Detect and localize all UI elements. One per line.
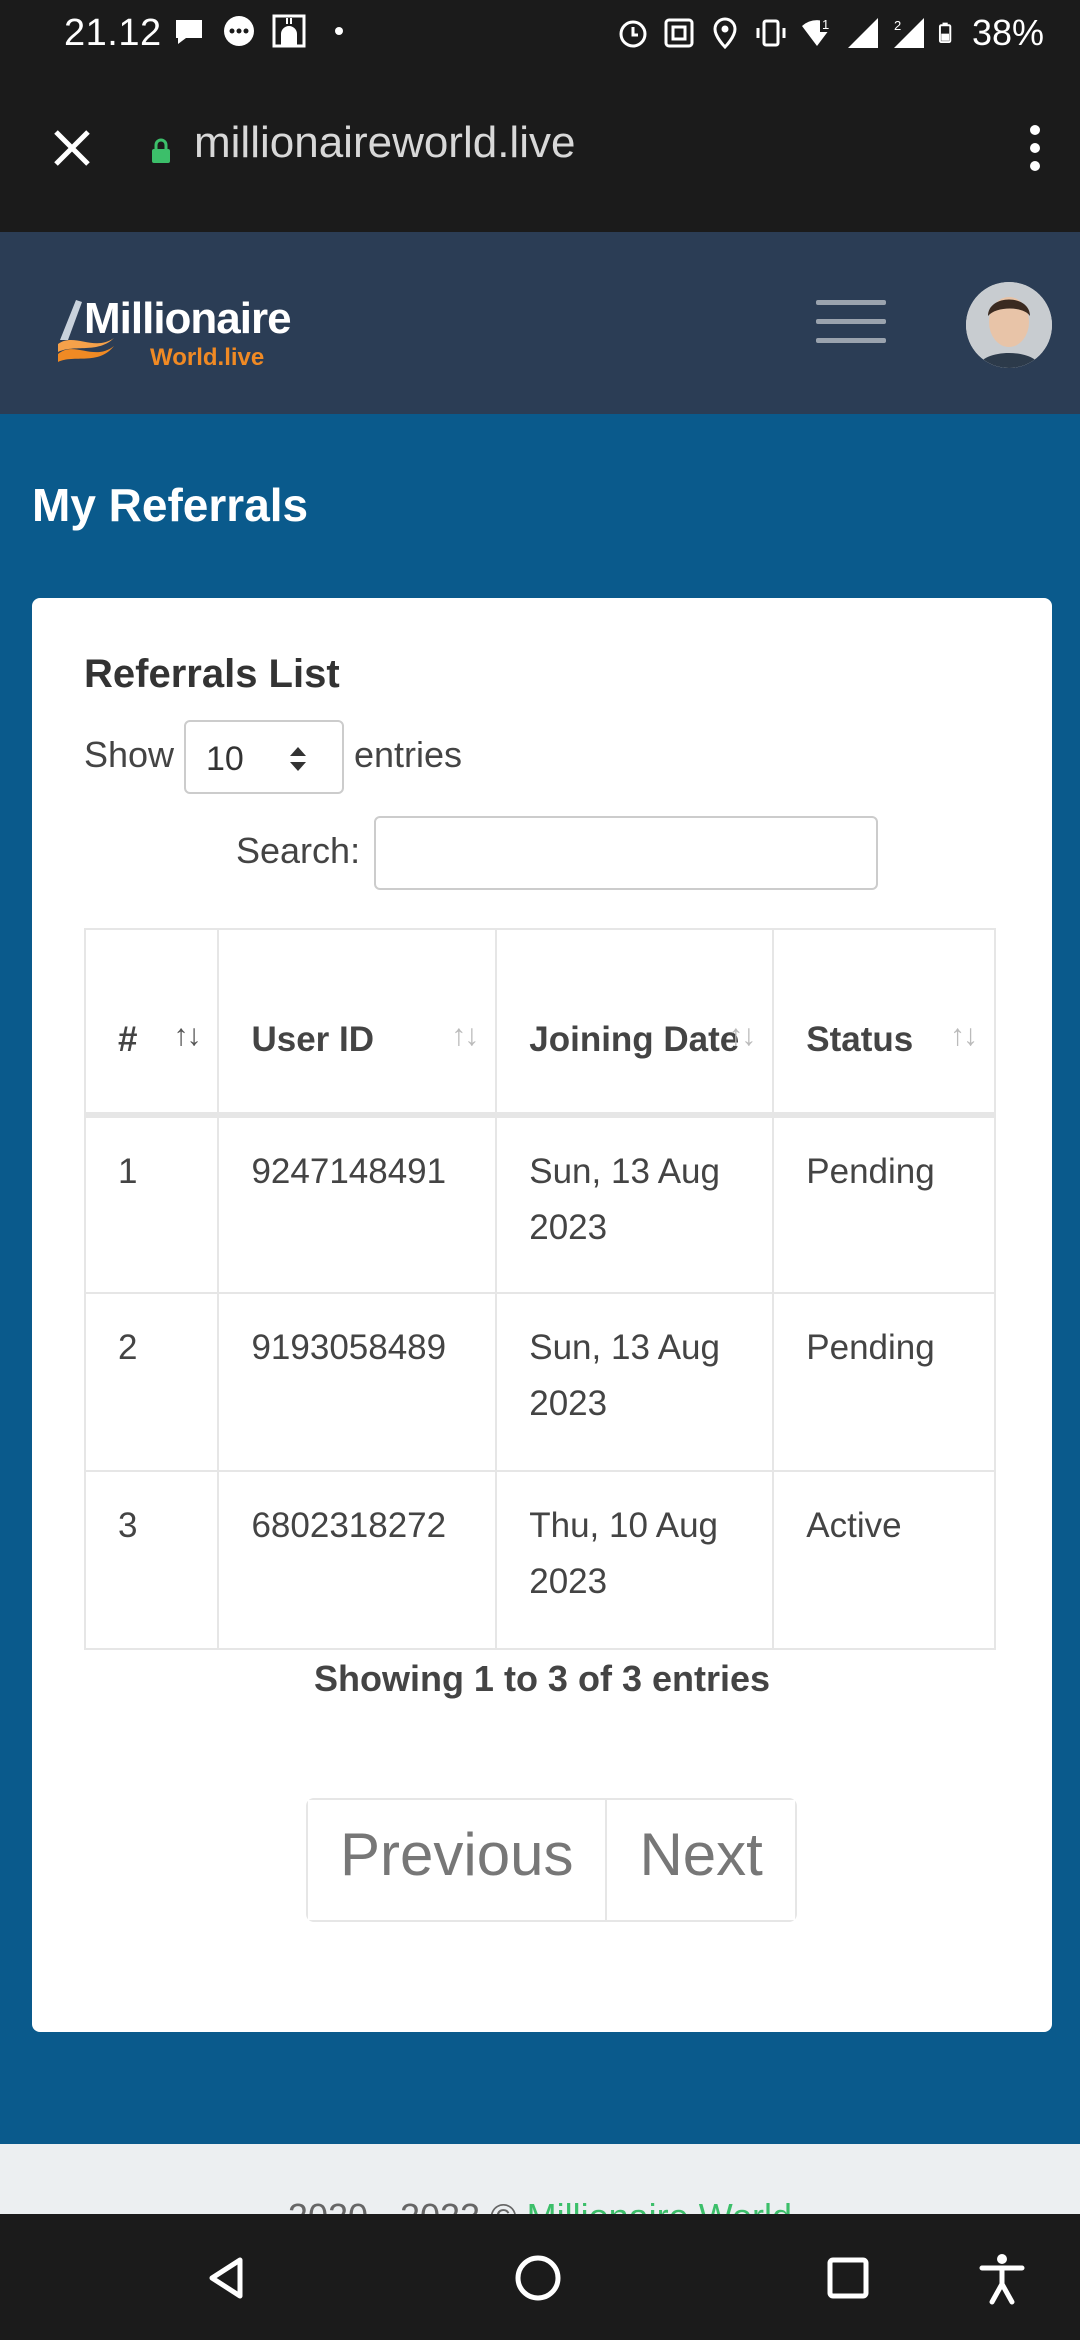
chat-bubble-icon bbox=[176, 20, 202, 44]
search-input[interactable] bbox=[374, 816, 878, 890]
more-vert-icon[interactable] bbox=[1028, 122, 1042, 174]
sim1-label: 1 bbox=[822, 17, 829, 32]
select-arrows-icon bbox=[290, 747, 306, 771]
next-button[interactable]: Next bbox=[605, 1800, 795, 1920]
table-row: 2 9193058489 Sun, 13 Aug 2023 Pending bbox=[84, 1292, 996, 1472]
cell-user-id: 6802318272 bbox=[217, 1470, 498, 1650]
close-icon[interactable] bbox=[48, 124, 96, 172]
sort-icon[interactable]: ↑↓ bbox=[451, 1008, 479, 1064]
referrals-table-wrap: # ↑↓ User ID ↑↓ Joining Date ↑↓ Status ↑… bbox=[84, 928, 996, 1652]
nfc-icon bbox=[664, 18, 694, 48]
cell-joining-date: Thu, 10 Aug 2023 bbox=[495, 1470, 775, 1650]
messenger-icon bbox=[224, 16, 254, 46]
browser-toolbar: millionaireworld.live bbox=[0, 66, 1080, 232]
entries-label: entries bbox=[354, 734, 463, 775]
site-header: Millionaire World.live bbox=[0, 232, 1080, 414]
home-icon[interactable] bbox=[510, 2250, 566, 2306]
column-header-user-id[interactable]: User ID ↑↓ bbox=[217, 928, 498, 1118]
previous-button[interactable]: Previous bbox=[308, 1800, 606, 1920]
show-label: Show bbox=[84, 734, 175, 775]
column-label: Joining Date bbox=[529, 1020, 740, 1059]
entries-select[interactable]: 10 bbox=[184, 720, 344, 794]
notification-icons bbox=[172, 14, 356, 48]
status-bar: 21.12 1 2 38% bbox=[0, 0, 1080, 66]
table-info: Showing 1 to 3 of 3 entries bbox=[313, 1658, 771, 1699]
cell-user-id: 9247148491 bbox=[217, 1114, 498, 1294]
wifi-icon: 1 bbox=[801, 16, 834, 46]
cell-number: 1 bbox=[84, 1114, 220, 1294]
user-avatar-icon bbox=[966, 282, 1052, 368]
cell-user-id: 9193058489 bbox=[217, 1292, 498, 1472]
mosque-icon bbox=[272, 14, 306, 48]
battery-icon bbox=[938, 22, 952, 44]
back-icon[interactable] bbox=[198, 2250, 254, 2306]
dot-icon bbox=[335, 27, 343, 35]
battery-level: 38% bbox=[971, 12, 1044, 53]
sort-icon[interactable]: ↑↓ bbox=[173, 1008, 201, 1064]
lock-icon bbox=[152, 138, 170, 163]
footer-text: 2020 - 2023 © Millionaire World bbox=[0, 2196, 1080, 2214]
accessibility-icon[interactable] bbox=[974, 2250, 1030, 2306]
card-title: Referrals List bbox=[84, 652, 340, 696]
sim2-label: 2 bbox=[894, 18, 901, 33]
entries-select-value: 10 bbox=[206, 740, 244, 778]
site-logo[interactable]: Millionaire World.live bbox=[54, 292, 314, 372]
site-footer: 2020 - 2023 © Millionaire World bbox=[0, 2144, 1080, 2214]
system-nav-bar bbox=[0, 2214, 1080, 2340]
column-header-number[interactable]: # ↑↓ bbox=[84, 928, 220, 1118]
table-row: 3 6802318272 Thu, 10 Aug 2023 Active bbox=[84, 1470, 996, 1650]
logo-name: Millionaire bbox=[84, 294, 292, 343]
sort-icon[interactable]: ↑↓ bbox=[950, 1008, 978, 1064]
column-label: Status bbox=[806, 1020, 914, 1059]
referrals-table: # ↑↓ User ID ↑↓ Joining Date ↑↓ Status ↑… bbox=[84, 928, 996, 1650]
cell-status: Pending bbox=[772, 1114, 996, 1294]
status-time: 21.12 bbox=[64, 12, 162, 54]
table-header-row: # ↑↓ User ID ↑↓ Joining Date ↑↓ Status ↑… bbox=[84, 928, 996, 1118]
hamburger-icon[interactable] bbox=[816, 300, 886, 348]
logo-sub: World.live bbox=[150, 344, 265, 371]
table-row: 1 9247148491 Sun, 13 Aug 2023 Pending bbox=[84, 1114, 996, 1294]
alarm-icon bbox=[619, 20, 647, 48]
pagination: Previous Next bbox=[306, 1798, 797, 1922]
cell-status: Active bbox=[772, 1470, 996, 1650]
signal-icon bbox=[847, 18, 878, 48]
sort-icon[interactable]: ↑↓ bbox=[728, 1008, 756, 1064]
column-label: # bbox=[118, 1020, 138, 1059]
vibrate-icon bbox=[756, 19, 786, 47]
recents-icon[interactable] bbox=[820, 2250, 876, 2306]
url-text[interactable]: millionaireworld.live bbox=[194, 118, 575, 168]
cell-status: Pending bbox=[772, 1292, 996, 1472]
cell-joining-date: Sun, 13 Aug 2023 bbox=[495, 1292, 775, 1472]
column-header-joining-date[interactable]: Joining Date ↑↓ bbox=[495, 928, 775, 1118]
location-icon bbox=[713, 17, 737, 50]
page-title: My Referrals bbox=[32, 479, 309, 531]
cell-number: 3 bbox=[84, 1470, 220, 1650]
avatar[interactable] bbox=[966, 282, 1052, 368]
search-label: Search: bbox=[236, 830, 361, 871]
cell-joining-date: Sun, 13 Aug 2023 bbox=[495, 1114, 775, 1294]
system-status-icons: 1 2 38% bbox=[616, 12, 1044, 54]
footer-years: 2020 - 2023 © bbox=[288, 2196, 517, 2214]
referrals-card: Referrals List Show 10 entries Search: #… bbox=[32, 598, 1052, 2032]
column-label: User ID bbox=[251, 1020, 375, 1059]
cell-number: 2 bbox=[84, 1292, 220, 1472]
column-header-status[interactable]: Status ↑↓ bbox=[772, 928, 996, 1118]
signal-2-icon: 2 bbox=[893, 18, 924, 48]
footer-brand-link[interactable]: Millionaire World bbox=[527, 2196, 792, 2214]
